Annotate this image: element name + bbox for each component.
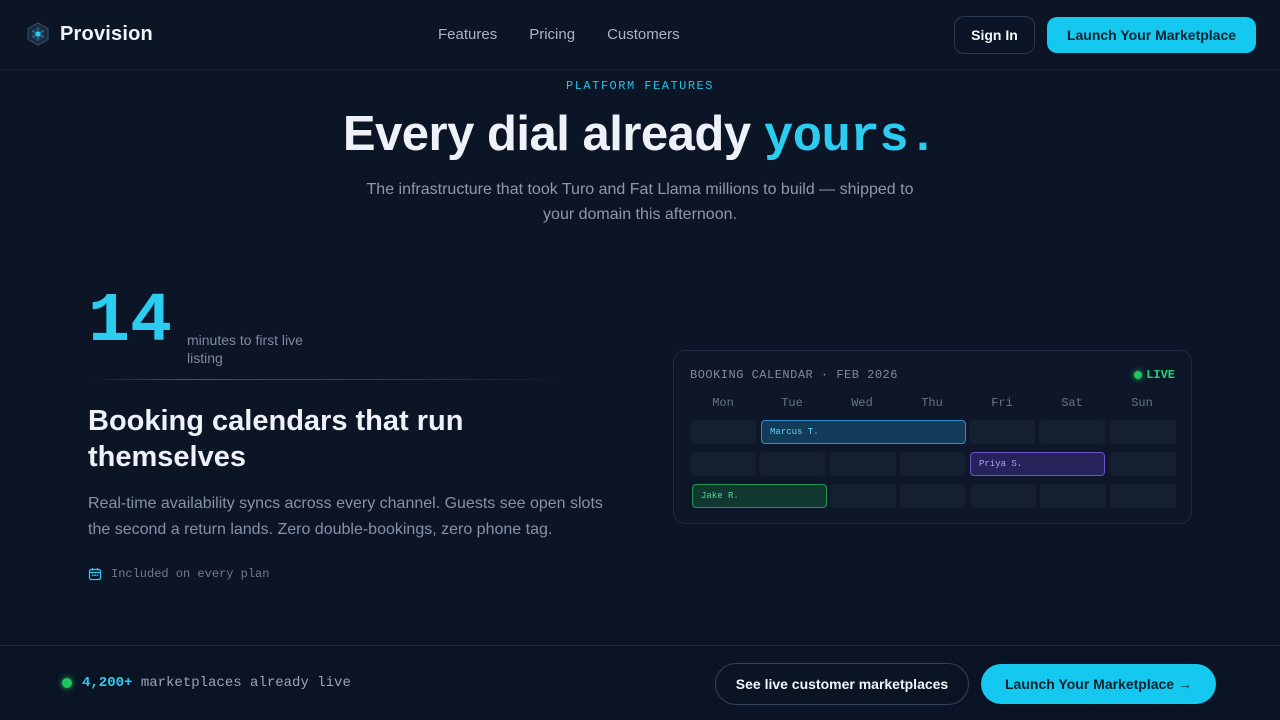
calendar-title: BOOKING CALENDAR · FEB 2026 (690, 368, 898, 382)
booking-marcus[interactable]: Marcus T. (761, 420, 966, 444)
calendar-cell[interactable] (969, 420, 1035, 444)
booking-jake[interactable]: Jake R. (692, 484, 827, 508)
status-dot-icon (62, 678, 72, 688)
stat-value: 14 (88, 283, 173, 362)
status-text: marketplaces already live (132, 675, 351, 691)
calendar-cell[interactable] (1110, 420, 1176, 444)
page-title: Every dial already yours. (0, 106, 1280, 165)
day-label-fri: Fri (991, 396, 1013, 410)
divider (88, 379, 568, 380)
calendar-cell[interactable] (690, 420, 756, 444)
calendar-icon (88, 568, 102, 581)
headline-main: Every dial already (342, 107, 764, 161)
stat-caption: minutes to first live listing (187, 332, 303, 366)
nav-link-pricing[interactable]: Pricing (529, 26, 575, 43)
launch-marketplace-bottom-button[interactable]: Launch Your Marketplace → (981, 664, 1216, 704)
hero-subtitle: The infrastructure that took Turo and Fa… (366, 181, 914, 223)
live-label: LIVE (1146, 368, 1175, 382)
booking-calendar-card: BOOKING CALENDAR · FEB 2026 LIVE Mon Tue… (673, 350, 1192, 524)
brand-logo[interactable]: Provision (26, 22, 153, 46)
section-eyebrow: PLATFORM FEATURES (566, 79, 714, 93)
calendar-cell[interactable] (1039, 420, 1105, 444)
day-label-sun: Sun (1131, 396, 1153, 410)
calendar-cell[interactable] (900, 484, 966, 508)
nav-link-features[interactable]: Features (438, 26, 497, 43)
logo-icon (27, 22, 49, 46)
calendar-cell[interactable] (970, 484, 1036, 508)
nav-links: Features Pricing Customers (438, 26, 680, 43)
live-status: 4,200+ marketplaces already live (62, 675, 351, 691)
included-text: Included on every plan (111, 567, 270, 581)
top-nav: Provision Features Pricing Customers Sig… (0, 0, 1280, 70)
feature-description: Real-time availability syncs across ever… (88, 495, 603, 538)
calendar-cell[interactable] (1110, 452, 1176, 476)
day-label-thu: Thu (921, 396, 943, 410)
calendar-cell[interactable] (1110, 484, 1176, 508)
booking-priya[interactable]: Priya S. (970, 452, 1105, 476)
calendar-cell[interactable] (1040, 484, 1106, 508)
sign-in-button[interactable]: Sign In (954, 16, 1035, 54)
calendar-cell[interactable] (830, 484, 896, 508)
bottom-cta-bar: 4,200+ marketplaces already live See liv… (0, 645, 1280, 720)
day-label-wed: Wed (851, 396, 873, 410)
calendar-cell[interactable] (690, 452, 756, 476)
brand-name: Provision (60, 22, 153, 45)
day-label-sat: Sat (1061, 396, 1083, 410)
nav-link-customers[interactable]: Customers (607, 26, 680, 43)
included-note: Included on every plan (88, 567, 269, 581)
live-dot-icon (1134, 371, 1143, 379)
see-live-marketplaces-button[interactable]: See live customer marketplaces (715, 663, 969, 705)
headline-accent: yours. (763, 109, 938, 165)
feature-title: Booking calendars that run themselves (88, 405, 464, 473)
marketplace-count: 4,200+ (82, 675, 133, 691)
calendar-cell[interactable] (900, 452, 966, 476)
calendar-cell[interactable] (759, 452, 825, 476)
calendar-cell[interactable] (830, 452, 896, 476)
day-label-mon: Mon (712, 396, 734, 410)
live-indicator: LIVE (1134, 368, 1175, 382)
launch-marketplace-button[interactable]: Launch Your Marketplace (1047, 17, 1256, 53)
day-label-tue: Tue (781, 396, 803, 410)
